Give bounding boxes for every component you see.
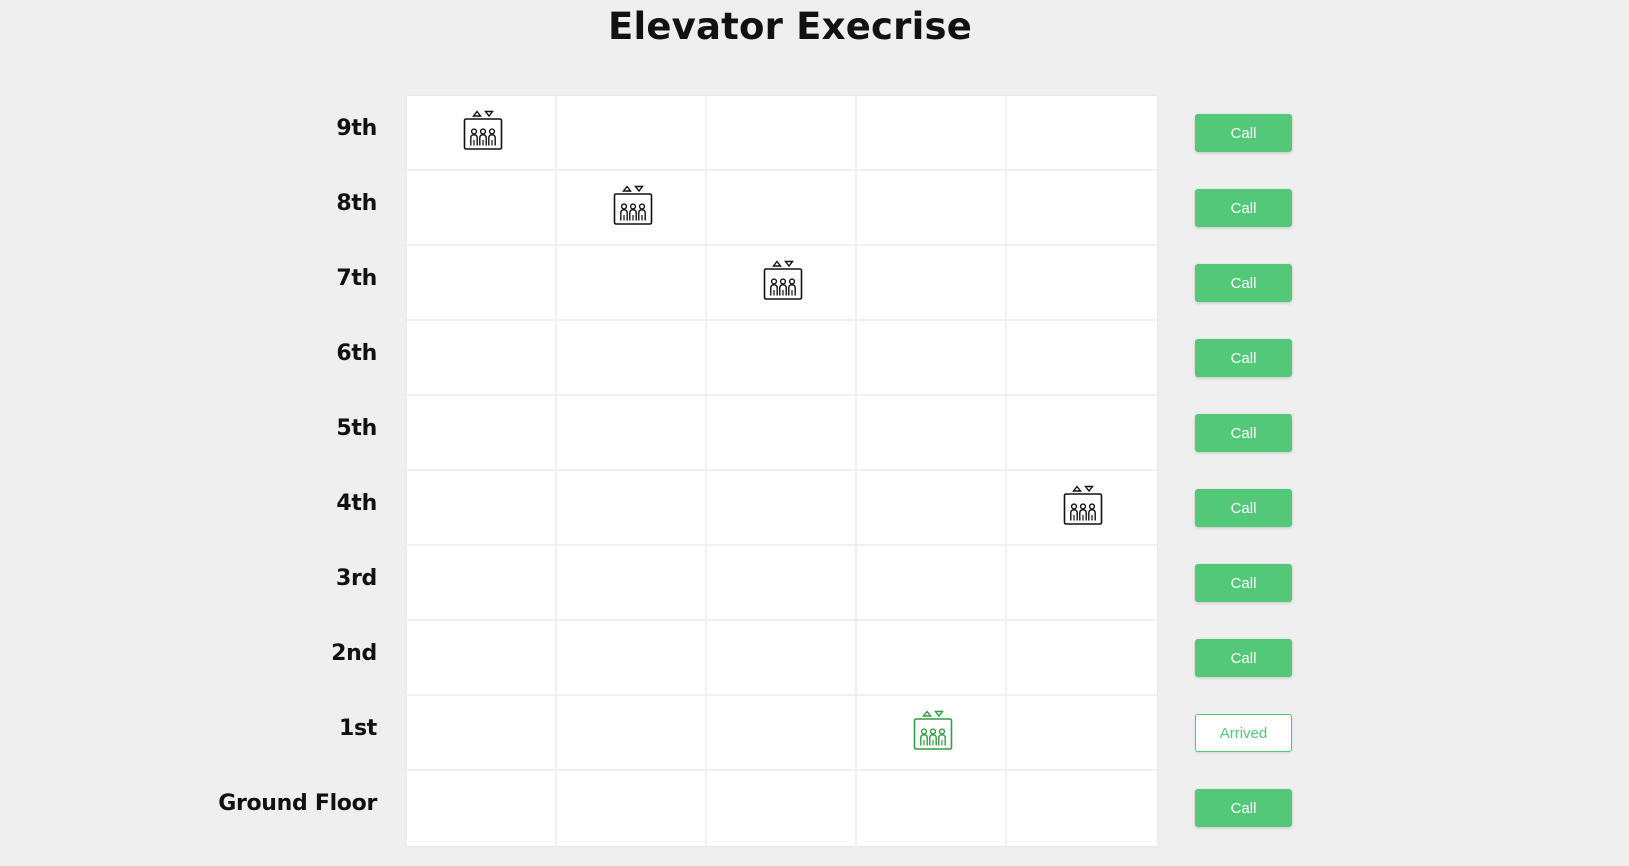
shaft-cell: [707, 696, 857, 771]
shaft-cell: [707, 321, 857, 396]
shaft-cell: [1007, 246, 1157, 321]
elevator-icon: [762, 260, 804, 302]
shaft-cell: [857, 321, 1007, 396]
shaft-cell: [407, 471, 557, 546]
call-button[interactable]: Call: [1195, 264, 1292, 302]
shaft-cell: [557, 396, 707, 471]
shaft-cell: [557, 621, 707, 696]
floor-label: 7th: [336, 266, 377, 291]
shaft-cell: [1007, 621, 1157, 696]
shaft-cell: [557, 321, 707, 396]
call-button[interactable]: Call: [1195, 114, 1292, 152]
call-button[interactable]: Call: [1195, 789, 1292, 827]
shaft-cell: [557, 696, 707, 771]
shaft-cell: [407, 396, 557, 471]
call-button[interactable]: Call: [1195, 489, 1292, 527]
shaft-cell: [857, 396, 1007, 471]
elevator-icon: [612, 185, 654, 227]
elevator-icon: [912, 710, 954, 752]
shaft-cell: [557, 546, 707, 621]
floor-label: 6th: [336, 341, 377, 366]
floor-label: Ground Floor: [218, 791, 377, 816]
call-button[interactable]: Call: [1195, 414, 1292, 452]
call-button[interactable]: Call: [1195, 189, 1292, 227]
shaft-cell: [557, 471, 707, 546]
shaft-cell: [857, 471, 1007, 546]
shaft-cell: [857, 771, 1007, 846]
floor-label: 5th: [336, 416, 377, 441]
shaft-cell: [557, 96, 707, 171]
page-title: Elevator Execrise: [608, 5, 972, 48]
shaft-cell: [557, 771, 707, 846]
shaft-cell: [407, 246, 557, 321]
shaft-cell: [407, 321, 557, 396]
shaft-cell: [857, 546, 1007, 621]
shaft-cell: [1007, 171, 1157, 246]
elevator-icon: [1062, 485, 1104, 527]
shaft-cell: [1007, 321, 1157, 396]
shaft-cell: [1007, 96, 1157, 171]
floor-label: 8th: [336, 191, 377, 216]
shaft-cell: [707, 471, 857, 546]
shaft-cell: [1007, 546, 1157, 621]
call-button[interactable]: Call: [1195, 639, 1292, 677]
shaft-cell: [1007, 771, 1157, 846]
elevator-icon: [462, 110, 504, 152]
shaft-cell: [407, 621, 557, 696]
shaft-cell: [1007, 396, 1157, 471]
shaft-cell: [1007, 696, 1157, 771]
shaft-cell: [707, 546, 857, 621]
shaft-cell: [707, 771, 857, 846]
shaft-cell: [407, 171, 557, 246]
shaft-cell: [707, 171, 857, 246]
shaft-cell: [857, 246, 1007, 321]
shaft-cell: [857, 171, 1007, 246]
call-button[interactable]: Call: [1195, 564, 1292, 602]
floor-label: 3rd: [335, 566, 377, 591]
shaft-cell: [857, 621, 1007, 696]
shaft-cell: [707, 96, 857, 171]
floor-label: 1st: [338, 716, 377, 741]
arrived-button[interactable]: Arrived: [1195, 714, 1292, 752]
shaft-cell: [407, 771, 557, 846]
floor-label: 2nd: [331, 641, 377, 666]
shaft-cell: [707, 396, 857, 471]
shaft-cell: [857, 96, 1007, 171]
shaft-cell: [707, 621, 857, 696]
floor-label: 9th: [336, 116, 377, 141]
floor-label: 4th: [336, 491, 377, 516]
shaft-cell: [407, 696, 557, 771]
call-button[interactable]: Call: [1195, 339, 1292, 377]
shaft-cell: [407, 546, 557, 621]
shaft-cell: [557, 246, 707, 321]
elevator-grid: [407, 96, 1157, 846]
